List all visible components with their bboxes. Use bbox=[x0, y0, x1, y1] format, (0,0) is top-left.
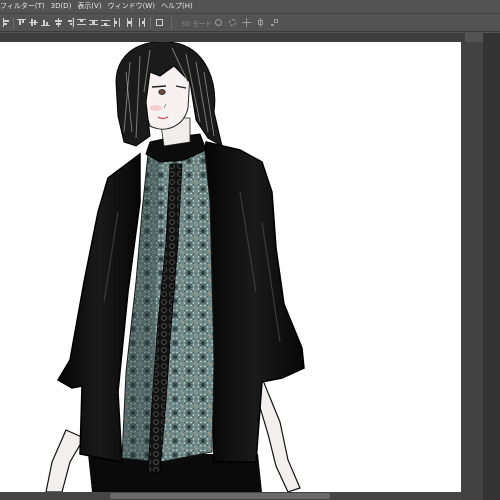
align-top-edges-button[interactable] bbox=[17, 18, 26, 27]
menu-help[interactable]: ヘルプ(H) bbox=[161, 0, 193, 13]
distribute-top-button[interactable] bbox=[77, 18, 86, 27]
jacket-right bbox=[203, 141, 305, 463]
canvas-gutter bbox=[461, 42, 483, 500]
slide-3d-icon[interactable] bbox=[256, 18, 265, 27]
menu-3d[interactable]: 3D(D) bbox=[51, 0, 72, 13]
distribute-right-button[interactable] bbox=[137, 18, 146, 27]
options-bar: 3D モード : bbox=[0, 13, 500, 32]
align-bottom-edges-button[interactable] bbox=[41, 18, 50, 27]
align-left-edges-button[interactable] bbox=[2, 18, 11, 27]
align-right-edges-button[interactable] bbox=[66, 18, 75, 27]
orbit-3d-icon[interactable] bbox=[214, 18, 223, 27]
eye bbox=[158, 89, 166, 95]
scale-3d-icon[interactable] bbox=[270, 18, 279, 27]
options-separator bbox=[171, 17, 172, 29]
align-vertical-centers-button[interactable] bbox=[29, 18, 38, 27]
document-tab-strip bbox=[0, 33, 465, 42]
illustration bbox=[45, 42, 305, 492]
distribute-horizontal-centers-button[interactable] bbox=[125, 18, 134, 27]
menu-view[interactable]: 表示(V) bbox=[77, 0, 101, 13]
horizontal-scrollbar[interactable] bbox=[0, 492, 461, 500]
roll-3d-icon[interactable] bbox=[228, 18, 237, 27]
align-horizontal-centers-button[interactable] bbox=[54, 18, 63, 27]
menu-window[interactable]: ウィンドウ(W) bbox=[108, 0, 155, 13]
3d-mode-label: 3D モード : bbox=[181, 20, 216, 28]
auto-align-layers-button[interactable] bbox=[155, 18, 164, 27]
menu-filter[interactable]: フィルター(T) bbox=[0, 0, 45, 13]
distribute-left-button[interactable] bbox=[113, 18, 122, 27]
left-hand bbox=[45, 429, 85, 492]
options-separator bbox=[72, 17, 73, 29]
panel-dock bbox=[483, 33, 500, 500]
document-canvas[interactable] bbox=[0, 42, 461, 492]
scrollbar-thumb[interactable] bbox=[110, 493, 330, 499]
options-separator bbox=[13, 17, 14, 29]
options-separator bbox=[150, 17, 151, 29]
right-hand bbox=[255, 376, 301, 492]
distribute-vertical-centers-button[interactable] bbox=[89, 18, 98, 27]
menu-bar: フィルター(T) 3D(D) 表示(V) ウィンドウ(W) ヘルプ(H) bbox=[0, 0, 500, 13]
pan-3d-icon[interactable] bbox=[242, 18, 251, 27]
distribute-bottom-button[interactable] bbox=[101, 18, 110, 27]
